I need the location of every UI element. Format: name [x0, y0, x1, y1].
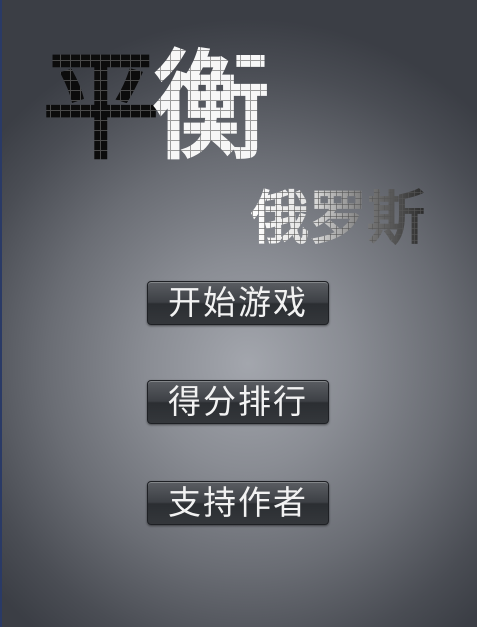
game-title-screen: 平 衡 平 衡 俄罗斯 俄罗斯 开始游戏 得分排行 支持作者: [0, 0, 477, 627]
leaderboard-button[interactable]: 得分排行: [147, 380, 329, 424]
game-logo: 平 衡 平 衡 俄罗斯 俄罗斯: [42, 38, 425, 252]
logo-char-heng: 衡: [152, 38, 270, 176]
support-author-button[interactable]: 支持作者: [147, 481, 329, 525]
logo-char-ping: 平: [42, 38, 160, 176]
logo-subtitle-grid: 俄罗斯: [250, 184, 425, 252]
logo-title-part2: 衡: [152, 38, 270, 176]
logo-title-part1: 平: [42, 38, 160, 176]
logo-subtitle: 俄罗斯 俄罗斯: [250, 184, 425, 252]
start-game-button[interactable]: 开始游戏: [147, 281, 329, 325]
